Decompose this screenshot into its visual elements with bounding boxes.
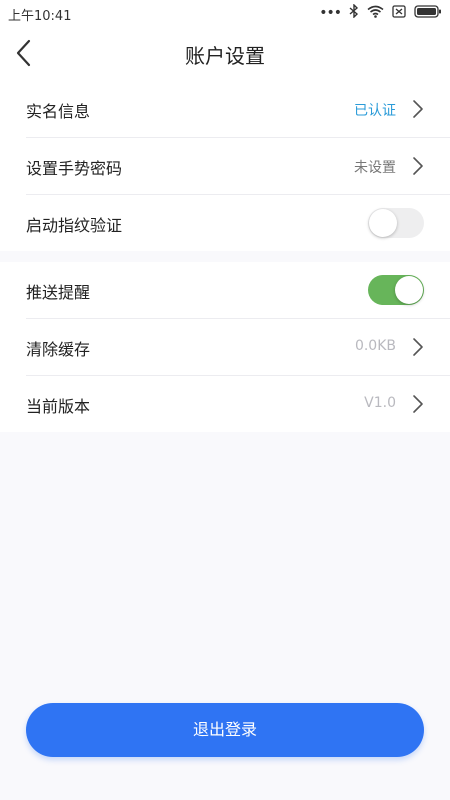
row-push-notification: 推送提醒 [26,262,450,319]
logout-button[interactable]: 退出登录 [26,703,424,757]
chevron-right-icon [413,157,423,175]
status-icons: ••• [319,3,442,22]
battery-icon [414,4,442,22]
more-dots-icon: ••• [319,5,342,21]
row-label: 清除缓存 [26,340,91,359]
status-time: 上午10:41 [8,9,72,24]
fingerprint-toggle[interactable] [368,208,424,238]
toggle-knob [395,276,423,304]
toggle-knob [369,209,397,237]
row-real-name-info[interactable]: 实名信息 已认证 [26,81,450,138]
row-label: 当前版本 [26,397,91,416]
chevron-right-icon [413,395,423,413]
row-label: 设置手势密码 [26,159,123,178]
chevron-right-icon [413,100,423,118]
wifi-icon [367,5,384,22]
status-bar: 上午10:41 ••• [0,0,450,26]
row-label: 推送提醒 [26,283,91,302]
push-notification-toggle[interactable] [368,275,424,305]
row-fingerprint-verification: 启动指纹验证 [26,195,450,251]
navigation-header: 账户设置 [0,26,450,82]
bluetooth-icon [349,3,359,22]
verification-status: 已认证 [354,103,396,119]
row-clear-cache[interactable]: 清除缓存 0.0KB [26,319,450,376]
gesture-password-status: 未设置 [354,160,396,176]
row-gesture-password[interactable]: 设置手势密码 未设置 [26,138,450,195]
version-number: V1.0 [364,395,396,411]
row-label: 实名信息 [26,102,91,121]
row-label: 启动指纹验证 [26,216,123,235]
settings-group-account: 实名信息 已认证 设置手势密码 未设置 启动指纹验证 [0,81,450,251]
sim-blocked-icon [392,4,406,22]
row-current-version[interactable]: 当前版本 V1.0 [26,376,450,432]
settings-group-app: 推送提醒 清除缓存 0.0KB 当前版本 V1.0 [0,262,450,432]
chevron-right-icon [413,338,423,356]
page-title: 账户设置 [185,44,265,68]
screen: 上午10:41 ••• 账户设置 实名信息 已认证 设置手势密码 未设置 启动指… [0,0,450,800]
cache-size: 0.0KB [354,338,396,354]
